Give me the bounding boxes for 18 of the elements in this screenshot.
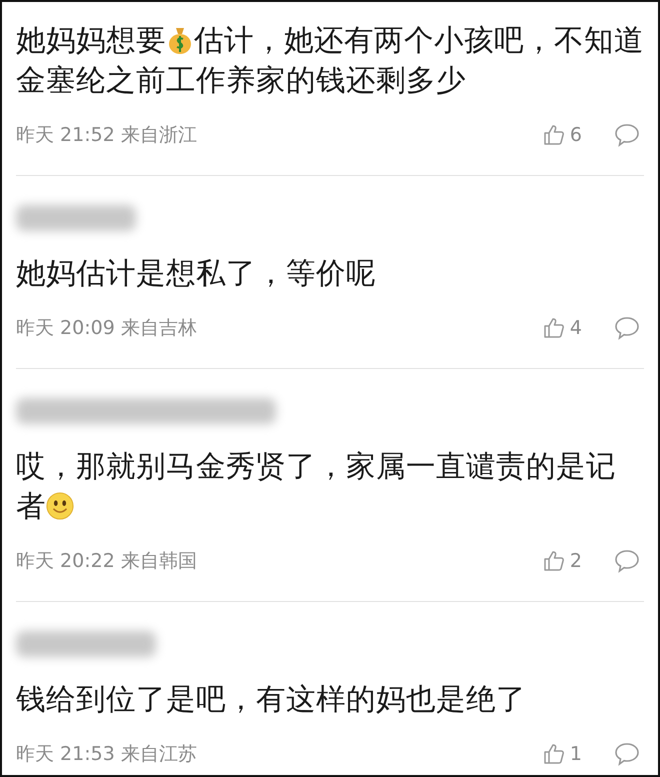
comment-time-location: 昨天 21:52 来自浙江 — [16, 123, 198, 148]
like-button[interactable]: 4 — [542, 316, 582, 340]
like-button[interactable]: 6 — [542, 123, 582, 147]
comment-time-location: 昨天 21:53 来自江苏 — [16, 742, 198, 767]
smiley-icon — [46, 491, 74, 521]
comment-time-location: 昨天 20:22 来自韩国 — [16, 549, 198, 574]
comment-icon[interactable] — [614, 742, 640, 766]
comment-text: 她妈估计是想私了，等价呢 — [16, 255, 377, 292]
money-bag-icon — [166, 25, 194, 55]
like-button[interactable]: 2 — [542, 549, 582, 573]
comment-text: 哎，那就别马金秀贤了，家属一直谴责的是记者 — [16, 448, 617, 525]
comment-text: 她妈妈想要 估计，她还有两个小孩吧，不知道金塞纶之前工作养家的钱还剩多少 — [16, 22, 644, 99]
comment-time-location: 昨天 20:09 来自吉林 — [16, 316, 198, 341]
comment-text: 钱给到位了是吧，有这样的妈也是绝了 — [16, 681, 527, 718]
comment-icon[interactable] — [614, 123, 640, 147]
comment-icon[interactable] — [614, 316, 640, 340]
comment-icon[interactable] — [614, 549, 640, 573]
like-button[interactable]: 1 — [542, 742, 582, 766]
